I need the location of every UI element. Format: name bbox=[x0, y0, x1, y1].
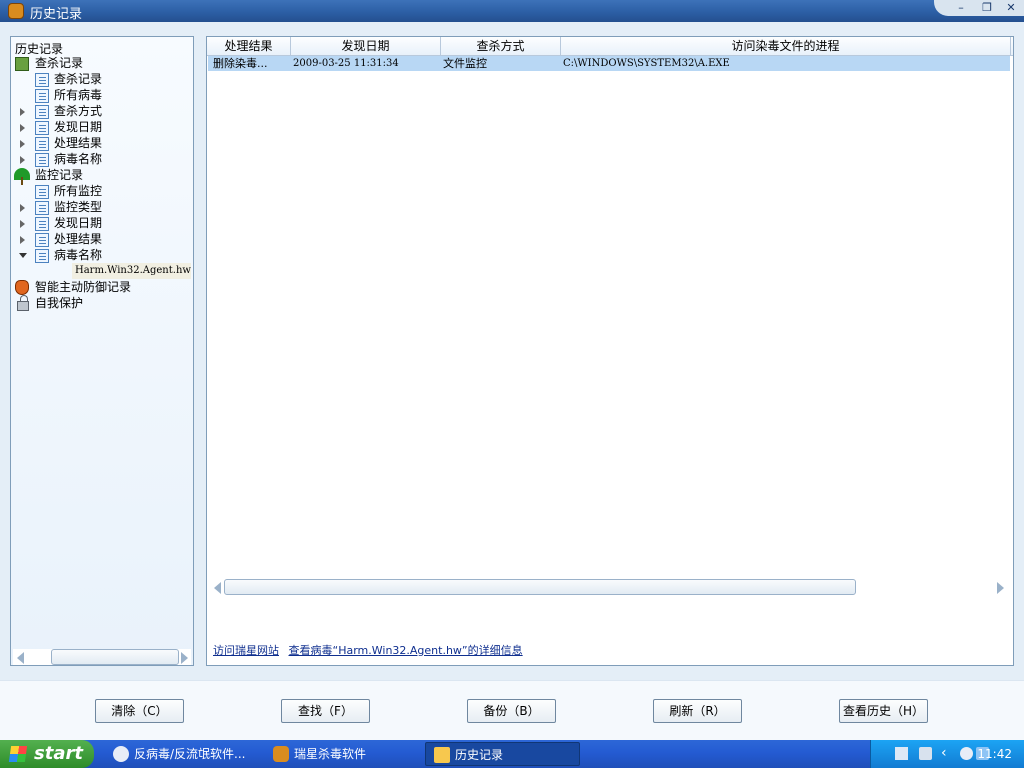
tree-item-monitor-type[interactable]: 监控类型 bbox=[54, 199, 102, 215]
system-tray: ‹ 11:42 bbox=[870, 740, 1024, 768]
tree-item-defense-records[interactable]: 智能主动防御记录 bbox=[35, 279, 131, 295]
tree-item-monitor-virus-name[interactable]: 病毒名称 bbox=[54, 247, 102, 263]
history-list: 处理结果 发现日期 查杀方式 访问染毒文件的进程 删除染毒... 2009-03… bbox=[206, 36, 1014, 666]
collapse-icon[interactable] bbox=[19, 253, 27, 258]
button-bar: 清除（C） 查找（F） 备份（B） 刷新（R） 查看历史（H） bbox=[0, 680, 1024, 740]
taskbar-item-label: 瑞星杀毒软件 bbox=[294, 747, 367, 761]
expand-icon[interactable] bbox=[20, 236, 25, 244]
tree-item-self-protection[interactable]: 自我保护 bbox=[35, 295, 83, 311]
rising-shield-icon bbox=[273, 746, 289, 762]
view-history-button[interactable]: 查看历史（H） bbox=[839, 699, 928, 723]
scroll-right-icon[interactable] bbox=[181, 652, 188, 664]
expand-icon[interactable] bbox=[20, 108, 25, 116]
document-icon bbox=[35, 201, 49, 215]
keyboard-icon[interactable] bbox=[895, 747, 908, 760]
maxthon-icon bbox=[113, 746, 129, 762]
scroll-left-icon[interactable] bbox=[17, 652, 24, 664]
document-icon bbox=[35, 137, 49, 151]
detail-links: 访问瑞星网站 查看病毒“Harm.Win32.Agent.hw”的详细信息 bbox=[213, 642, 529, 658]
lock-icon bbox=[17, 295, 29, 311]
shield-icon bbox=[15, 280, 29, 295]
table-row[interactable]: 删除染毒... 2009-03-25 11:31:34 文件监控 C:\WIND… bbox=[208, 56, 1010, 71]
window-icon bbox=[434, 747, 450, 763]
tree-item-scan-records[interactable]: 查杀记录 bbox=[35, 55, 83, 71]
document-icon bbox=[35, 89, 49, 103]
start-label: start bbox=[34, 743, 83, 764]
row-process-result: 删除染毒... bbox=[213, 57, 268, 70]
taskbar-item-rising[interactable]: 瑞星杀毒软件 bbox=[265, 742, 418, 766]
history-window: 历史记录 – ❐ ✕ 历史记录 查杀记录 查杀记录 所有病毒 查杀方式 发现日期… bbox=[0, 0, 1024, 740]
expand-icon[interactable] bbox=[20, 140, 25, 148]
column-scan-method[interactable]: 查杀方式 bbox=[441, 37, 561, 55]
column-discovery-date[interactable]: 发现日期 bbox=[291, 37, 441, 55]
tree-item-monitor-date[interactable]: 发现日期 bbox=[54, 215, 102, 231]
tree-item-process-result[interactable]: 处理结果 bbox=[54, 135, 102, 151]
tree-item-virus-name[interactable]: 病毒名称 bbox=[54, 151, 102, 167]
window-controls: – ❐ ✕ bbox=[934, 0, 1024, 16]
visit-rising-link[interactable]: 访问瑞星网站 bbox=[213, 644, 279, 657]
column-infected-process[interactable]: 访问染毒文件的进程 bbox=[561, 37, 1011, 55]
taskbar-item-history[interactable]: 历史记录 bbox=[425, 742, 580, 766]
tree-item-discovery-date[interactable]: 发现日期 bbox=[54, 119, 102, 135]
umbrella-icon bbox=[14, 168, 30, 185]
chevron-left-icon[interactable]: ‹ bbox=[941, 746, 954, 760]
scroll-left-icon[interactable] bbox=[214, 582, 221, 594]
rising-shield-icon bbox=[8, 3, 24, 19]
scan-records-icon bbox=[15, 57, 29, 71]
refresh-button[interactable]: 刷新（R） bbox=[653, 699, 742, 723]
tree-item-monitor-records[interactable]: 监控记录 bbox=[35, 167, 83, 183]
clear-button[interactable]: 清除（C） bbox=[95, 699, 184, 723]
tree-selected-virus[interactable]: Harm.Win32.Agent.hw bbox=[72, 263, 191, 279]
usb-icon[interactable] bbox=[919, 747, 932, 760]
clock: 11:42 bbox=[977, 747, 1012, 761]
document-icon bbox=[35, 217, 49, 231]
document-icon bbox=[35, 73, 49, 87]
tree-item-scan-records-child[interactable]: 查杀记录 bbox=[54, 71, 102, 87]
restore-icon[interactable]: ❐ bbox=[978, 1, 996, 14]
taskbar: start 反病毒/反流氓软件... 瑞星杀毒软件 历史记录 ‹ 11:42 bbox=[0, 740, 1024, 768]
document-icon bbox=[35, 185, 49, 199]
document-icon bbox=[35, 121, 49, 135]
expand-icon[interactable] bbox=[20, 124, 25, 132]
title-bar[interactable]: 历史记录 – ❐ ✕ bbox=[0, 0, 1024, 22]
tree-horizontal-scrollbar[interactable] bbox=[13, 649, 191, 665]
document-icon bbox=[35, 105, 49, 119]
scroll-thumb[interactable] bbox=[51, 649, 179, 665]
window-title: 历史记录 bbox=[30, 7, 83, 22]
start-button[interactable]: start bbox=[0, 740, 94, 768]
tree-item-scan-method[interactable]: 查杀方式 bbox=[54, 103, 102, 119]
taskbar-item-antivirus[interactable]: 反病毒/反流氓软件... bbox=[105, 742, 258, 766]
taskbar-item-label: 历史记录 bbox=[455, 748, 504, 762]
list-horizontal-scrollbar[interactable] bbox=[214, 579, 1010, 595]
close-icon[interactable]: ✕ bbox=[1002, 1, 1020, 14]
find-button[interactable]: 查找（F） bbox=[281, 699, 370, 723]
list-header: 处理结果 发现日期 查杀方式 访问染毒文件的进程 bbox=[207, 37, 1013, 56]
tree-item-all-monitoring[interactable]: 所有监控 bbox=[54, 183, 102, 199]
row-infected-process: C:\WINDOWS\SYSTEM32\A.EXE bbox=[563, 58, 730, 69]
tree-item-monitor-result[interactable]: 处理结果 bbox=[54, 231, 102, 247]
maxthon-icon[interactable] bbox=[960, 747, 973, 760]
scroll-right-icon[interactable] bbox=[997, 582, 1004, 594]
document-icon bbox=[35, 249, 49, 263]
backup-button[interactable]: 备份（B） bbox=[467, 699, 556, 723]
virus-details-link[interactable]: 查看病毒“Harm.Win32.Agent.hw”的详细信息 bbox=[289, 644, 523, 657]
document-icon bbox=[35, 233, 49, 247]
expand-icon[interactable] bbox=[20, 204, 25, 212]
history-tree: 历史记录 查杀记录 查杀记录 所有病毒 查杀方式 发现日期 处理结果 病毒名称 … bbox=[10, 36, 194, 666]
row-scan-method: 文件监控 bbox=[443, 57, 487, 70]
column-process-result[interactable]: 处理结果 bbox=[207, 37, 291, 55]
minimize-icon[interactable]: – bbox=[952, 1, 970, 14]
expand-icon[interactable] bbox=[20, 156, 25, 164]
row-discovery-date: 2009-03-25 11:31:34 bbox=[293, 58, 399, 69]
tree-item-all-viruses[interactable]: 所有病毒 bbox=[54, 87, 102, 103]
taskbar-item-label: 反病毒/反流氓软件... bbox=[134, 747, 246, 761]
scroll-thumb[interactable] bbox=[224, 579, 856, 595]
expand-icon[interactable] bbox=[20, 220, 25, 228]
document-icon bbox=[35, 153, 49, 167]
windows-logo-icon bbox=[8, 746, 28, 762]
